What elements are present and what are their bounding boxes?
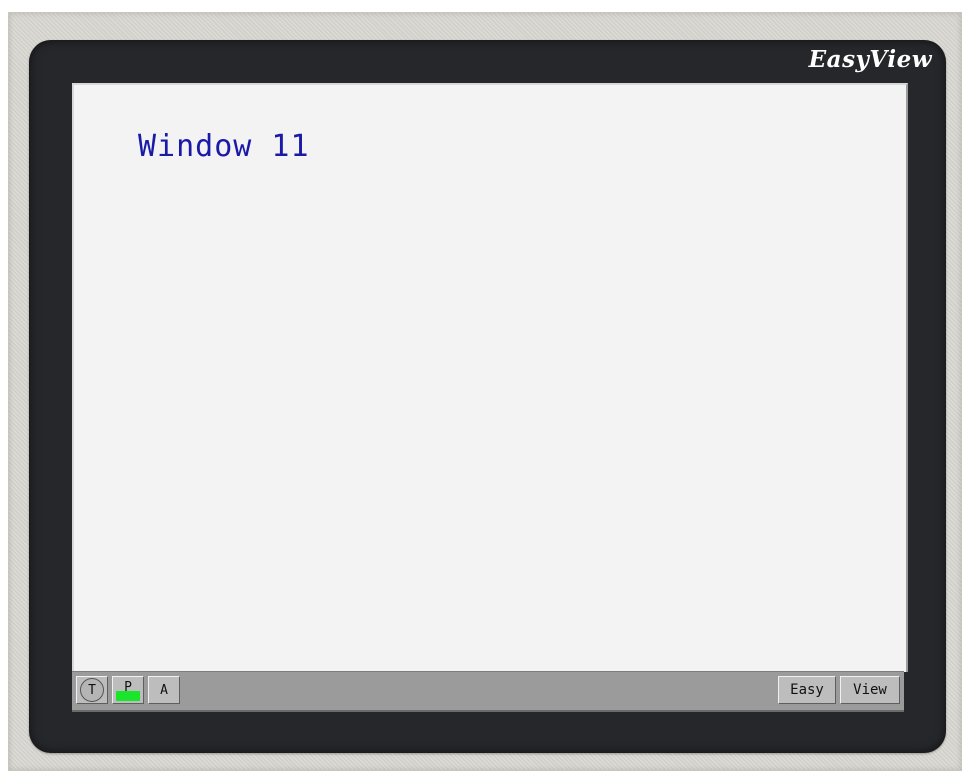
task-a-label: A bbox=[160, 682, 168, 698]
view-label: View bbox=[853, 682, 887, 698]
task-t-label: T bbox=[88, 682, 96, 698]
task-a-button[interactable]: A bbox=[148, 676, 180, 704]
taskbar: T P A Easy View bbox=[72, 671, 904, 712]
hmi-screen: Window 11 bbox=[72, 83, 908, 672]
easy-label: Easy bbox=[790, 682, 824, 698]
task-t-button[interactable]: T bbox=[76, 676, 108, 704]
hmi-device-frame: EasyView Window 11 T P A Easy View bbox=[8, 12, 962, 771]
window-title: Window 11 bbox=[138, 129, 310, 164]
task-p-label: P bbox=[124, 680, 132, 695]
brand-logo: EasyView bbox=[808, 46, 932, 73]
task-p-button[interactable]: P bbox=[112, 676, 144, 704]
easy-button[interactable]: Easy bbox=[778, 676, 836, 704]
screen-bezel: EasyView Window 11 T P A Easy View bbox=[29, 40, 946, 753]
view-button[interactable]: View bbox=[840, 676, 900, 704]
circle-t-icon: T bbox=[80, 678, 104, 702]
